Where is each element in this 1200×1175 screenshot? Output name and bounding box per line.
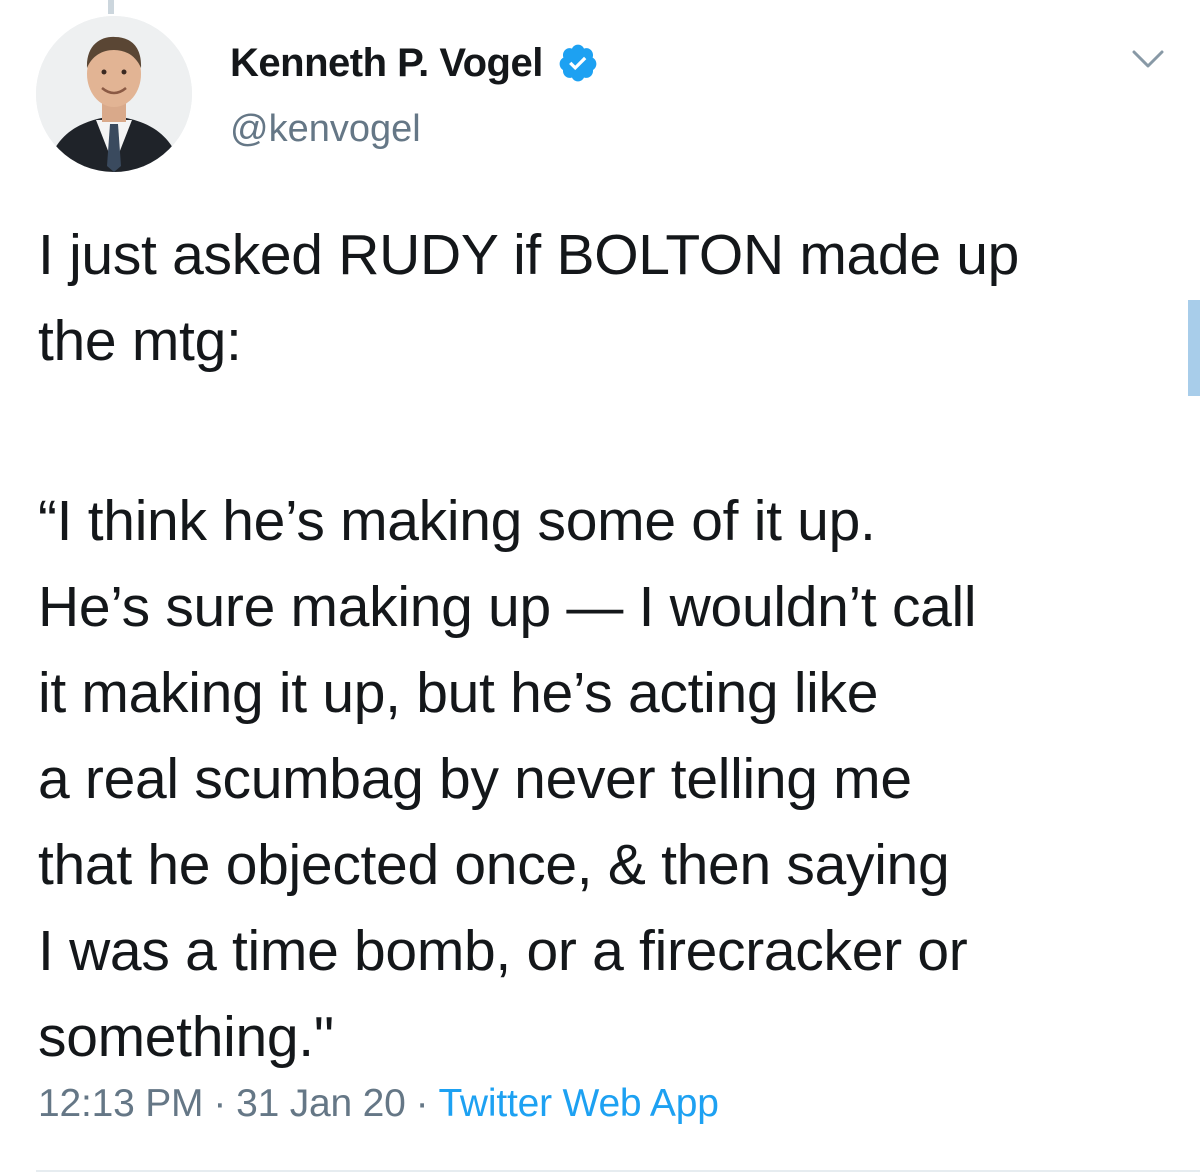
display-name[interactable]: Kenneth P. Vogel: [230, 41, 543, 86]
divider: [36, 1170, 1200, 1172]
tweet-text-line: that he objected once, & then saying: [38, 833, 950, 897]
verified-badge-icon: [557, 42, 599, 84]
author-handle[interactable]: @kenvogel: [230, 108, 421, 151]
paragraph-break: [38, 384, 1168, 478]
avatar-photo: [36, 16, 192, 172]
tweet-metadata: 12:13 PM · 31 Jan 20 · Twitter Web App: [38, 1082, 719, 1126]
tweet-text: I just asked RUDY if BOLTON made up the …: [38, 212, 1168, 1080]
tweet-text-line: a real scumbag by never telling me: [38, 747, 912, 811]
tweet-text-line: the mtg:: [38, 309, 242, 373]
tweet-date[interactable]: 31 Jan 20: [236, 1082, 406, 1125]
tweet-text-line: “I think he’s making some of it up.: [38, 489, 876, 553]
meta-separator: ·: [415, 1082, 429, 1125]
tweet-source-link[interactable]: Twitter Web App: [438, 1082, 718, 1125]
tweet-time[interactable]: 12:13 PM: [38, 1082, 204, 1125]
author-name-row[interactable]: Kenneth P. Vogel: [230, 38, 599, 88]
tweet-text-line: He’s sure making up — I wouldn’t call: [38, 575, 977, 639]
avatar[interactable]: [36, 16, 192, 172]
meta-separator: ·: [213, 1082, 227, 1125]
tweet-text-line: something.": [38, 1005, 334, 1069]
chevron-down-icon[interactable]: [1128, 44, 1168, 74]
tweet-text-line: it making it up, but he’s acting like: [38, 661, 879, 725]
thread-connector-line: [108, 0, 114, 14]
tweet-text-line: I was a time bomb, or a firecracker or: [38, 919, 968, 983]
scrollbar-thumb[interactable]: [1188, 300, 1200, 396]
tweet-text-line: I just asked RUDY if BOLTON made up: [38, 223, 1020, 287]
